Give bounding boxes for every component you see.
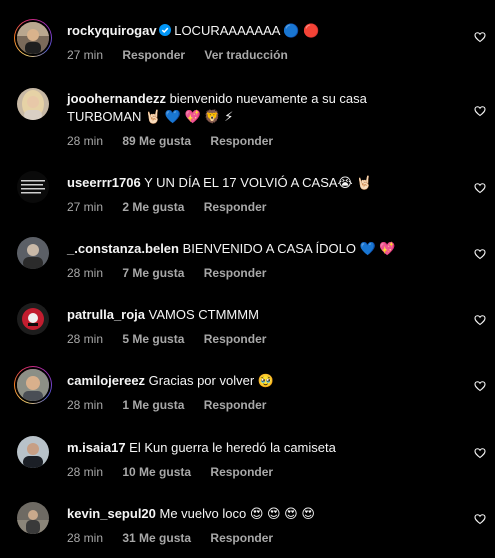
heart-icon[interactable] <box>474 380 486 392</box>
profile-photo-icon <box>17 303 49 335</box>
reply-button[interactable]: Responder <box>210 134 273 148</box>
heart-icon[interactable] <box>474 513 486 525</box>
likes-count[interactable]: 5 Me gusta <box>122 332 184 346</box>
comment-text: Me vuelvo loco 😍 😍 😍 😍 <box>159 506 315 521</box>
avatar[interactable] <box>14 499 52 537</box>
comment-username[interactable]: jooohernandezz <box>67 91 166 106</box>
comment-username[interactable]: kevin_sepul20 <box>67 506 156 521</box>
reply-button[interactable]: Responder <box>204 332 267 346</box>
likes-count[interactable]: 10 Me gusta <box>122 465 191 479</box>
comment-time[interactable]: 27 min <box>67 200 103 214</box>
comment-text: El Kun guerra le heredó la camiseta <box>129 440 336 455</box>
avatar[interactable] <box>14 300 52 338</box>
reply-button[interactable]: Responder <box>204 398 267 412</box>
profile-photo-icon <box>17 88 49 120</box>
comments-list: rockyquirogav LOCURAAAAAAA 🔵 🔴 27 min Re… <box>0 0 495 558</box>
avatar[interactable] <box>14 168 52 206</box>
avatar[interactable] <box>14 366 52 404</box>
comment-text: LOCURAAAAAAA 🔵 🔴 <box>174 23 320 38</box>
avatar[interactable] <box>14 85 52 123</box>
comment-time[interactable]: 28 min <box>67 531 103 545</box>
comment-text: Gracias por volver 🥹 <box>148 373 274 388</box>
comment-username[interactable]: patrulla_roja <box>67 307 145 322</box>
heart-icon[interactable] <box>474 31 486 43</box>
reply-button[interactable]: Responder <box>204 266 267 280</box>
comment-time[interactable]: 28 min <box>67 134 103 148</box>
reply-button[interactable]: Responder <box>210 531 273 545</box>
heart-icon[interactable] <box>474 105 486 117</box>
comment-username[interactable]: _.constanza.belen <box>67 241 179 256</box>
comment-text: BIENVENIDO A CASA ÍDOLO 💙 💖 <box>182 241 396 256</box>
reply-button[interactable]: Responder <box>210 465 273 479</box>
likes-count[interactable]: 2 Me gusta <box>122 200 184 214</box>
verified-badge-icon <box>158 24 171 36</box>
comment-time[interactable]: 28 min <box>67 266 103 280</box>
reply-button[interactable]: Responder <box>122 48 185 62</box>
heart-icon[interactable] <box>474 248 486 260</box>
heart-icon[interactable] <box>474 314 486 326</box>
comment-time[interactable]: 27 min <box>67 48 103 62</box>
comment-username[interactable]: useerrr1706 <box>67 175 141 190</box>
comment-text: VAMOS CTMMMM <box>148 307 259 322</box>
heart-icon[interactable] <box>474 447 486 459</box>
comment-username[interactable]: camilojereez <box>67 373 145 388</box>
heart-icon[interactable] <box>474 182 486 194</box>
profile-photo-icon <box>17 369 49 401</box>
likes-count[interactable]: 31 Me gusta <box>122 531 191 545</box>
profile-photo-icon <box>17 22 49 54</box>
reply-button[interactable]: Responder <box>204 200 267 214</box>
comment-time[interactable]: 28 min <box>67 465 103 479</box>
comment-time[interactable]: 28 min <box>67 332 103 346</box>
likes-count[interactable]: 89 Me gusta <box>122 134 191 148</box>
comment-username[interactable]: m.isaia17 <box>67 440 126 455</box>
profile-photo-icon <box>17 237 49 269</box>
avatar[interactable] <box>14 433 52 471</box>
profile-photo-icon <box>17 171 49 203</box>
see-translation-button[interactable]: Ver traducción <box>204 48 287 62</box>
likes-count[interactable]: 1 Me gusta <box>122 398 184 412</box>
profile-photo-icon <box>17 502 49 534</box>
avatar[interactable] <box>14 234 52 272</box>
profile-photo-icon <box>17 436 49 468</box>
comment-text: Y UN DÍA EL 17 VOLVIÓ A CASA😭 🤘🏻 <box>144 175 373 190</box>
avatar[interactable] <box>14 19 52 57</box>
comment-text-continued: TURBOMAN 🤘🏻 💙 💖 🦁 ⚡ <box>67 109 234 124</box>
comment-time[interactable]: 28 min <box>67 398 103 412</box>
comment-text: bienvenido nuevamente a su casa <box>169 91 367 106</box>
comment-username[interactable]: rockyquirogav <box>67 23 157 38</box>
likes-count[interactable]: 7 Me gusta <box>122 266 184 280</box>
